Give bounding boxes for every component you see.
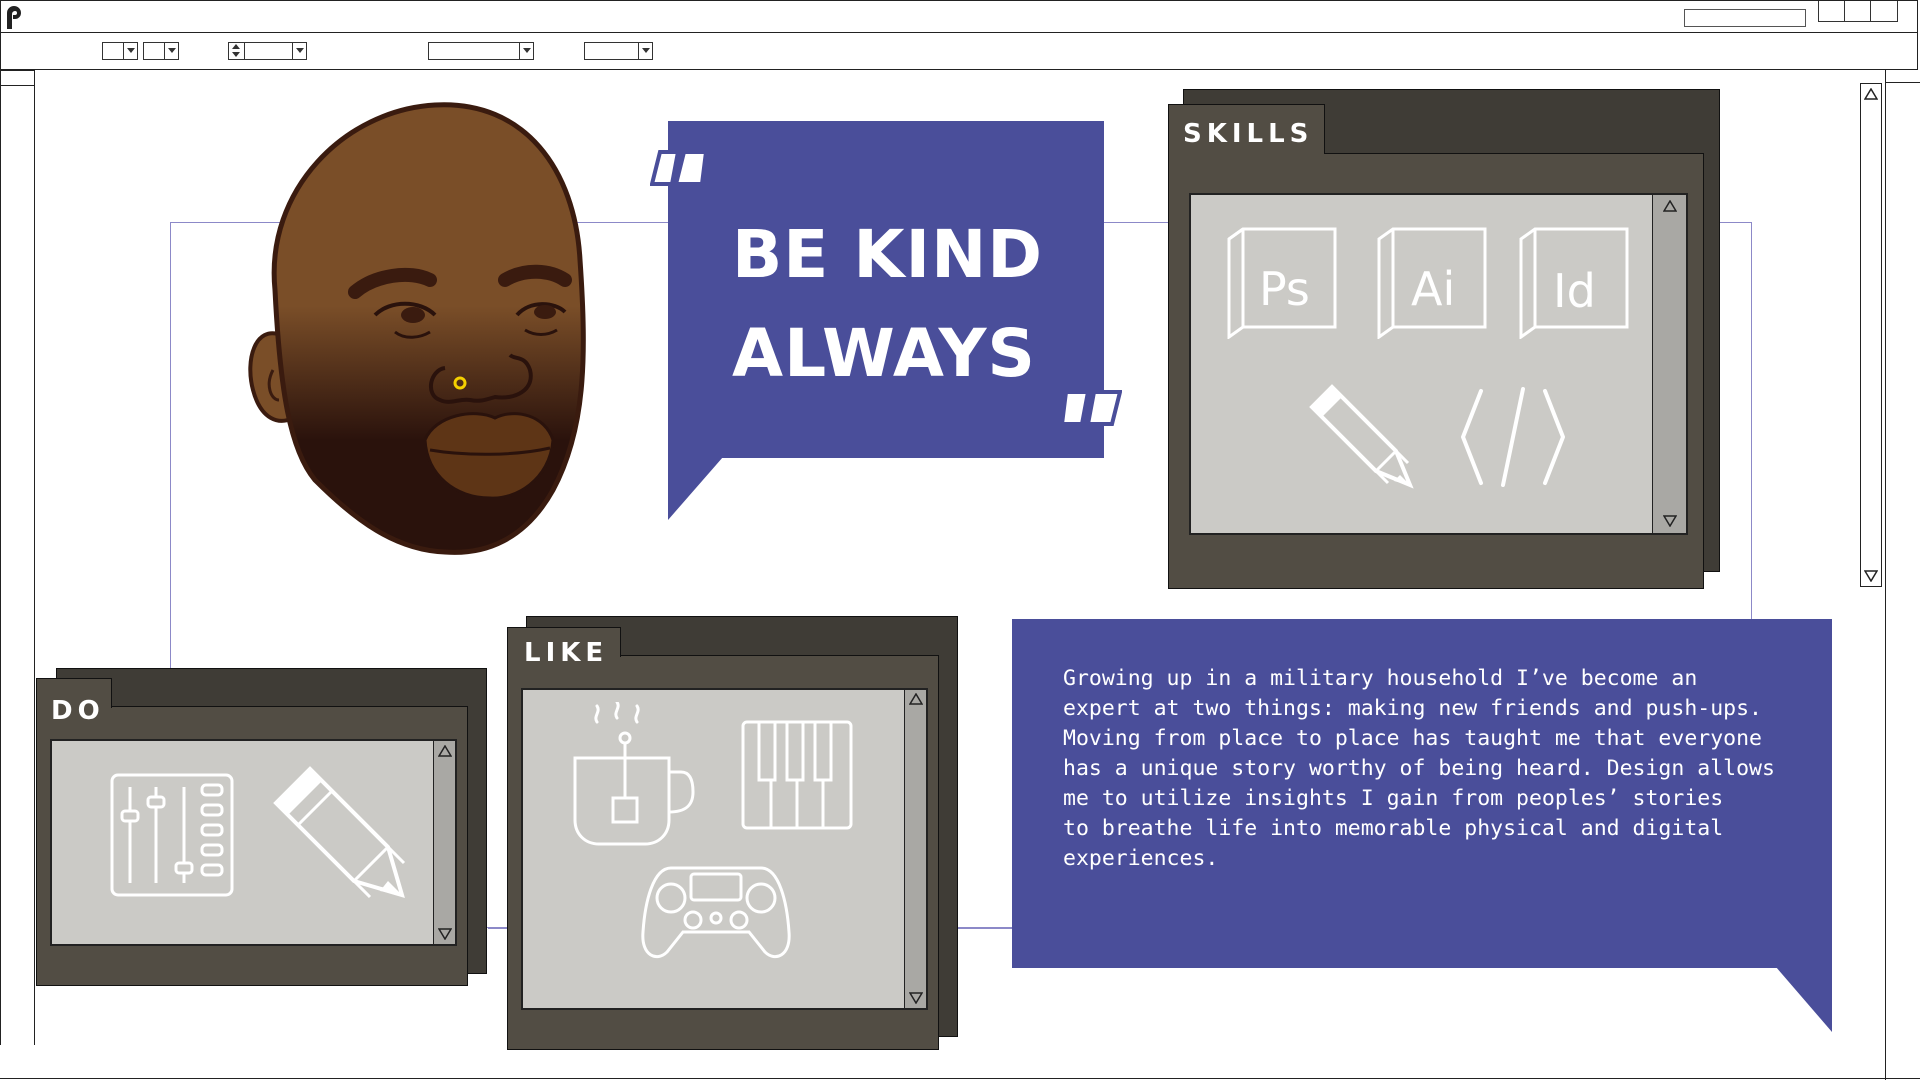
toolbar-dropdown-4[interactable] bbox=[584, 42, 653, 60]
open-quote-icon bbox=[650, 150, 709, 186]
ai-label: Ai bbox=[1411, 262, 1455, 316]
maximize-button[interactable] bbox=[1844, 1, 1872, 22]
skills-window-title: SKILLS bbox=[1183, 119, 1314, 149]
toolbar-dropdown-2[interactable] bbox=[143, 42, 179, 60]
bio-bubble-tail bbox=[1776, 967, 1832, 1032]
page-scrollbar[interactable] bbox=[1860, 83, 1882, 587]
quote-bubble-tail bbox=[668, 457, 723, 520]
toolbar bbox=[0, 33, 1918, 70]
like-pane-scrollbar[interactable] bbox=[904, 690, 926, 1008]
bio-text: Growing up in a military household I’ve … bbox=[1063, 666, 1775, 871]
pencil-icon bbox=[273, 766, 406, 899]
indesign-icon: Id bbox=[1519, 227, 1629, 339]
avatar-illustration bbox=[248, 102, 586, 555]
quote-line-2: ALWAYS bbox=[732, 315, 1036, 392]
toolbar-dropdown-3[interactable] bbox=[428, 42, 534, 60]
right-rail bbox=[1885, 70, 1920, 1080]
left-rail-header bbox=[0, 70, 35, 86]
stepper-icon[interactable] bbox=[229, 43, 245, 59]
close-quote-icon bbox=[1062, 390, 1122, 426]
mixer-sliders-icon bbox=[110, 773, 234, 897]
scroll-up-icon[interactable] bbox=[438, 745, 452, 757]
scroll-down-icon[interactable] bbox=[1663, 515, 1677, 527]
ps-label: Ps bbox=[1259, 262, 1310, 316]
scroll-up-icon[interactable] bbox=[1663, 200, 1677, 212]
right-rail-header bbox=[1885, 70, 1920, 83]
id-label: Id bbox=[1553, 264, 1596, 318]
bottom-border bbox=[0, 1078, 1920, 1079]
like-window-title: LIKE bbox=[524, 638, 609, 668]
scroll-down-icon[interactable] bbox=[438, 928, 452, 940]
tea-mug-icon bbox=[573, 702, 695, 846]
close-button[interactable] bbox=[1870, 1, 1898, 22]
scroll-down-icon[interactable] bbox=[1864, 570, 1878, 582]
pencil-icon bbox=[1309, 384, 1414, 489]
photoshop-icon: Ps bbox=[1227, 227, 1337, 339]
skills-pane: Ps Ai Id bbox=[1189, 193, 1688, 535]
do-pane bbox=[50, 739, 457, 946]
minimize-button[interactable] bbox=[1818, 1, 1846, 22]
like-pane bbox=[521, 688, 928, 1010]
brand-logo-icon[interactable] bbox=[4, 4, 28, 30]
chevron-down-icon bbox=[292, 43, 306, 59]
quote-line-1: BE KIND bbox=[732, 216, 1044, 293]
chevron-down-icon bbox=[638, 43, 652, 59]
code-icon bbox=[1461, 387, 1565, 487]
skills-window-tab[interactable]: SKILLS bbox=[1168, 104, 1325, 154]
do-pane-scrollbar[interactable] bbox=[433, 741, 455, 944]
quote-text: BE KIND ALWAYS bbox=[732, 205, 1043, 403]
title-search-field[interactable] bbox=[1684, 9, 1806, 27]
title-bar bbox=[0, 0, 1918, 33]
left-rail bbox=[0, 70, 35, 1045]
toolbar-stepper-dropdown[interactable] bbox=[228, 42, 307, 60]
chevron-down-icon bbox=[164, 43, 178, 59]
chevron-down-icon bbox=[123, 43, 137, 59]
piano-keys-icon bbox=[741, 720, 853, 830]
do-window-tab[interactable]: DO bbox=[36, 678, 112, 726]
scroll-down-icon[interactable] bbox=[909, 992, 923, 1004]
illustrator-icon: Ai bbox=[1377, 227, 1487, 339]
chevron-down-icon bbox=[519, 43, 533, 59]
like-window-tab[interactable]: LIKE bbox=[507, 627, 621, 668]
scroll-up-icon[interactable] bbox=[909, 693, 923, 705]
do-window-title: DO bbox=[51, 696, 105, 726]
skills-pane-scrollbar[interactable] bbox=[1652, 195, 1686, 533]
toolbar-dropdown-1[interactable] bbox=[102, 42, 138, 60]
scroll-up-icon[interactable] bbox=[1864, 88, 1878, 100]
gamepad-icon bbox=[641, 866, 791, 958]
